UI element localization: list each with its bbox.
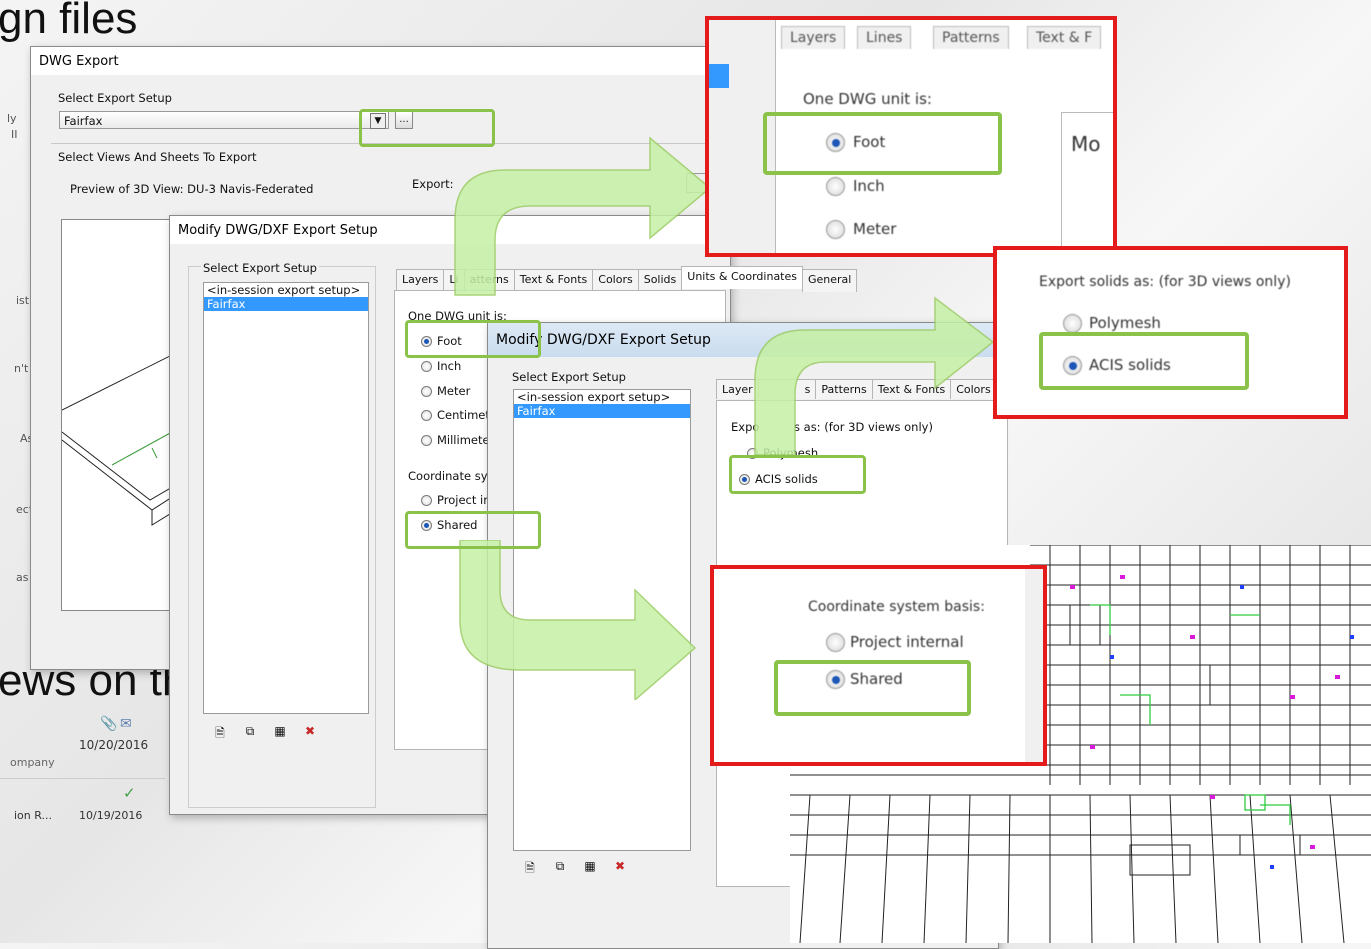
list-item-selected[interactable]: Fairfax (204, 297, 368, 311)
highlight-shared (405, 511, 541, 549)
zoom-callout-solids: Export solids as: (for 3D views only) Po… (993, 246, 1348, 419)
delete-setup-icon[interactable]: ✖ (302, 724, 318, 738)
rename-setup-icon[interactable]: ▦ (582, 859, 598, 873)
new-setup-icon[interactable]: 🗎 (212, 724, 228, 740)
dwg-export-titlebar: DWG Export (31, 47, 721, 75)
list-item-selected[interactable]: Fairfax (514, 404, 690, 418)
unit-millimeter-label: Millimeter (437, 433, 495, 447)
zoom-highlight-acis (1039, 332, 1249, 390)
modify1-setup-toolbar: 🗎 ⧉ ▦ ✖ (212, 724, 318, 740)
duplicate-setup-icon[interactable]: ⧉ (552, 859, 568, 873)
email-date-2: 10/19/2016 (79, 809, 143, 822)
unit-millimeter-radio[interactable]: Millimeter (421, 433, 494, 447)
zoom-tab-lines: Lines (857, 26, 912, 49)
preview-label: Preview of 3D View: DU-3 Navis-Federated (70, 182, 314, 196)
unit-meter-label: Meter (437, 384, 471, 398)
arrow-solids-icon (754, 296, 995, 456)
check-icon: ✓ (123, 784, 136, 802)
email-side-frag-4: n't (14, 362, 29, 375)
zoom-unit-label: One DWG unit is: (803, 90, 932, 108)
coord-project-radio[interactable]: Project int (421, 493, 495, 507)
zoom-inch-label: Inch (853, 177, 885, 195)
radio-off[interactable] (421, 385, 432, 397)
select-export-setup-label: Select Export Setup (58, 91, 172, 105)
zoom-tab-layers: Layers (781, 26, 846, 49)
duplicate-setup-icon[interactable]: ⧉ (242, 724, 258, 738)
modify1-setup-list[interactable]: <in-session export setup> Fairfax (203, 282, 369, 714)
zoom-highlight-shared (774, 660, 971, 716)
arrow-units-icon (454, 136, 712, 296)
tab-layers[interactable]: Layers (396, 269, 445, 292)
export-setup-value: Fairfax (64, 114, 103, 128)
radio-off[interactable] (421, 360, 432, 372)
new-setup-icon[interactable]: 🗎 (522, 859, 538, 875)
unit-centimeter-radio[interactable]: Centimete (421, 408, 497, 422)
zoom-inch-radio (826, 177, 845, 196)
email-date-1: 10/20/2016 (79, 738, 149, 752)
modify1-title: Modify DWG/DXF Export Setup (178, 223, 378, 238)
zoom-tab-patterns: Patterns (933, 26, 1009, 49)
zoom-coords-panel-edge (1025, 569, 1043, 762)
rename-setup-icon[interactable]: ▦ (272, 724, 288, 738)
radio-off[interactable] (421, 494, 432, 506)
highlight-acis (729, 455, 866, 494)
zoom-project-label: Project internal (850, 633, 964, 651)
unit-inch-label: Inch (437, 359, 462, 373)
zoom-units-selection-strip (709, 64, 729, 88)
email-row2-fragment[interactable]: ion R... (14, 809, 52, 822)
highlight-foot (405, 320, 541, 358)
radio-off[interactable] (421, 409, 432, 421)
zoom-polymesh-radio (1063, 314, 1082, 333)
select-views-label: Select Views And Sheets To Export (58, 150, 257, 164)
modify2-setup-toolbar: 🗎 ⧉ ▦ ✖ (522, 859, 628, 875)
email-side-frag-2: II (11, 128, 18, 141)
dwg-export-title: DWG Export (39, 54, 119, 69)
export-setup-dropdown[interactable]: Fairfax ▼ (59, 111, 389, 129)
email-attachment-icon: 📎 (100, 716, 118, 732)
zoom-callout-units: Layers Lines Patterns Text & F One DWG u… (705, 16, 1117, 257)
radio-off[interactable] (421, 434, 432, 446)
email-side-frag-7: as (16, 571, 29, 584)
zoom-tab-text: Text & F (1027, 26, 1102, 49)
slide-title-fragment: gn files (0, 0, 138, 43)
zoom-meter-label: Meter (853, 220, 897, 238)
modify1-select-setup-label: Select Export Setup (201, 261, 319, 275)
email-divider (0, 778, 165, 779)
tab-general[interactable]: General (802, 269, 858, 292)
zoom-solids-label: Export solids as: (for 3D views only) (1039, 274, 1291, 290)
email-envelope-icon: ✉ (120, 716, 132, 732)
zoom-polymesh-label: Polymesh (1089, 314, 1161, 332)
zoom-project-radio (826, 633, 845, 652)
delete-setup-icon[interactable]: ✖ (612, 859, 628, 873)
zoom-callout-coords: Coordinate system basis: Project interna… (710, 565, 1047, 766)
unit-inch-radio[interactable]: Inch (421, 359, 461, 373)
zoom-highlight-foot (763, 112, 1002, 175)
arrow-coords-icon (459, 540, 697, 700)
highlight-setup-dropdown (359, 109, 495, 147)
zoom-meter-radio (826, 220, 845, 239)
coordinate-system-label: Coordinate syst (408, 469, 498, 483)
zoom-side-panel-border (1061, 112, 1113, 253)
email-company-fragment: ompany (10, 756, 55, 769)
email-side-frag-1: ly (7, 112, 17, 125)
unit-meter-radio[interactable]: Meter (421, 384, 470, 398)
email-side-frag-3: ist (16, 294, 30, 307)
zoom-coords-label: Coordinate system basis: (808, 599, 985, 615)
list-item[interactable]: <in-session export setup> (204, 283, 368, 297)
modify2-select-setup-label: Select Export Setup (512, 370, 626, 384)
list-item[interactable]: <in-session export setup> (514, 390, 690, 404)
